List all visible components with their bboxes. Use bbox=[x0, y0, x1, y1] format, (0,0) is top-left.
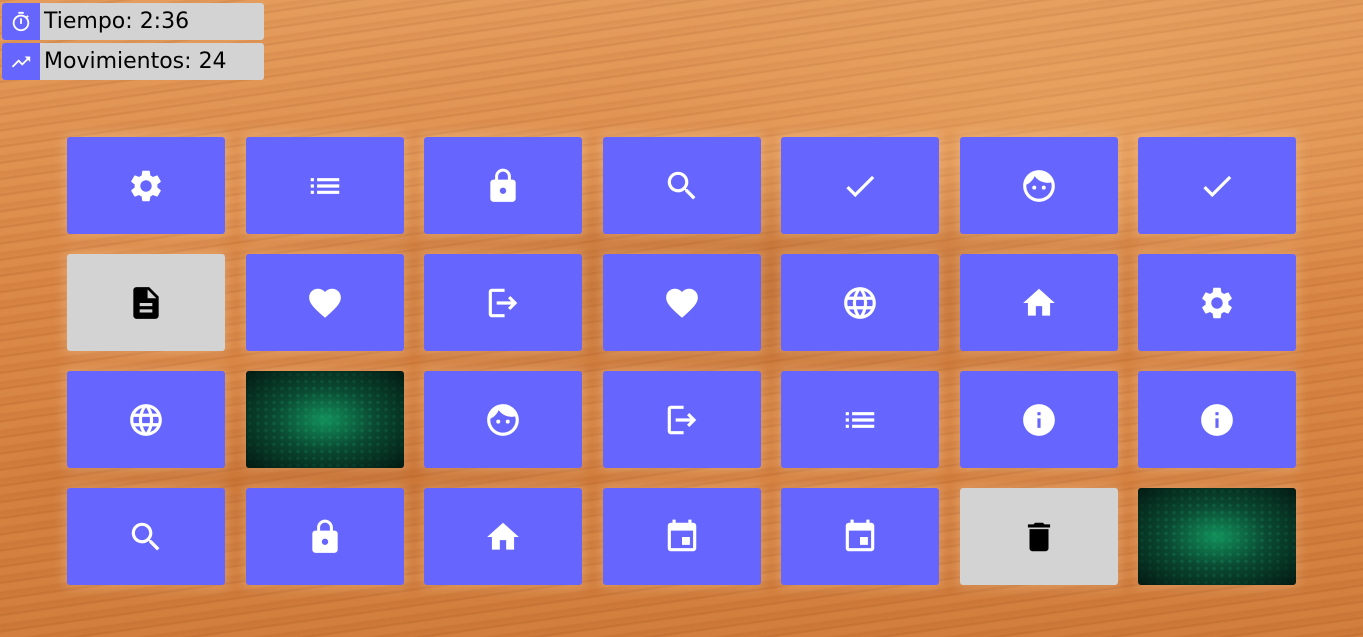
memory-card bbox=[245, 371, 404, 468]
face-icon bbox=[484, 401, 522, 439]
moves-value: 24 bbox=[198, 49, 227, 74]
info-icon bbox=[1198, 401, 1236, 439]
moves-text: Movimientos: 24 bbox=[40, 43, 227, 80]
memory-card[interactable] bbox=[245, 488, 404, 585]
gear-icon bbox=[1198, 284, 1236, 322]
logout-icon bbox=[663, 401, 701, 439]
memory-card[interactable] bbox=[781, 371, 939, 468]
list-icon bbox=[306, 167, 344, 205]
list-icon bbox=[841, 401, 879, 439]
memory-card[interactable] bbox=[1138, 371, 1296, 468]
memory-card[interactable] bbox=[781, 254, 939, 351]
face-icon bbox=[1020, 167, 1058, 205]
memory-card[interactable] bbox=[424, 371, 582, 468]
home-icon bbox=[1020, 284, 1058, 322]
trending-up-icon bbox=[2, 43, 40, 80]
memory-card[interactable] bbox=[959, 371, 1118, 468]
check-icon bbox=[841, 167, 879, 205]
memory-card[interactable] bbox=[245, 254, 404, 351]
memory-card[interactable] bbox=[602, 137, 761, 234]
trash-icon bbox=[1020, 518, 1058, 556]
logout-icon bbox=[484, 284, 522, 322]
timer-icon bbox=[2, 3, 40, 40]
memory-card[interactable] bbox=[602, 488, 761, 585]
lock-icon bbox=[484, 167, 522, 205]
globe-icon bbox=[127, 401, 165, 439]
card-board bbox=[67, 137, 1296, 585]
moves-display: Movimientos: 24 bbox=[2, 43, 264, 80]
info-icon bbox=[1020, 401, 1058, 439]
search-icon bbox=[663, 167, 701, 205]
timer-display: Tiempo: 2:36 bbox=[2, 3, 264, 40]
document-icon bbox=[127, 284, 165, 322]
memory-card[interactable] bbox=[67, 488, 225, 585]
memory-card[interactable] bbox=[424, 254, 582, 351]
memory-card[interactable] bbox=[1138, 254, 1296, 351]
memory-card[interactable] bbox=[959, 137, 1118, 234]
heart-icon bbox=[663, 284, 701, 322]
memory-card[interactable] bbox=[245, 137, 404, 234]
timer-label: Tiempo: bbox=[44, 9, 133, 34]
search-icon bbox=[127, 518, 165, 556]
memory-card[interactable] bbox=[424, 488, 582, 585]
memory-card bbox=[1138, 488, 1296, 585]
gear-icon bbox=[127, 167, 165, 205]
timer-value: 2:36 bbox=[139, 9, 190, 34]
memory-card[interactable] bbox=[602, 371, 761, 468]
memory-card[interactable] bbox=[781, 488, 939, 585]
memory-card[interactable] bbox=[1138, 137, 1296, 234]
moves-label: Movimientos: bbox=[44, 49, 192, 74]
timer-text: Tiempo: 2:36 bbox=[40, 3, 189, 40]
home-icon bbox=[484, 518, 522, 556]
memory-card[interactable] bbox=[602, 254, 761, 351]
memory-card[interactable] bbox=[67, 371, 225, 468]
memory-card[interactable] bbox=[781, 137, 939, 234]
heart-icon bbox=[306, 284, 344, 322]
memory-card[interactable] bbox=[959, 254, 1118, 351]
calendar-icon bbox=[663, 518, 701, 556]
memory-card[interactable] bbox=[67, 254, 225, 351]
calendar-icon bbox=[841, 518, 879, 556]
memory-card[interactable] bbox=[424, 137, 582, 234]
lock-icon bbox=[306, 518, 344, 556]
memory-card[interactable] bbox=[67, 137, 225, 234]
globe-icon bbox=[841, 284, 879, 322]
memory-card[interactable] bbox=[959, 488, 1118, 585]
check-icon bbox=[1198, 167, 1236, 205]
